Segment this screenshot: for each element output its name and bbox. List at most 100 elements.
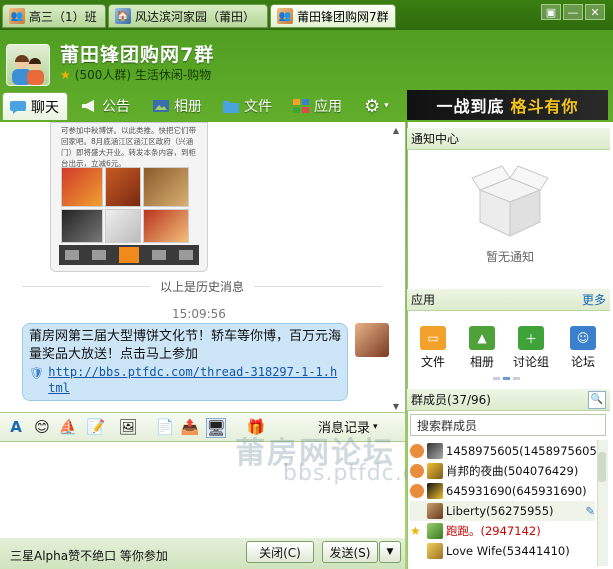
scroll-up-arrow[interactable]: ▲ [391, 126, 401, 135]
member-name: 跑跑。(2947142) [446, 524, 541, 538]
send-button[interactable]: 发送(S) [322, 541, 378, 563]
member-name: 肖邦的夜曲(504076429) [446, 464, 579, 478]
banner-text-right: 格斗有你 [510, 97, 579, 116]
star-icon: ★ [60, 67, 71, 82]
member-search-input[interactable]: 搜索群成员 [410, 414, 606, 436]
apps-header: 应用 更多 [407, 289, 610, 311]
members-title: 群成员(37/96) [411, 393, 491, 407]
group-avatar[interactable] [6, 44, 50, 86]
folder-icon: ▭ [420, 326, 446, 350]
members-header: 群成员(37/96) 🔍 [407, 389, 610, 411]
forum-icon: ☺ [570, 326, 596, 350]
close-window-button[interactable]: ✕ [585, 4, 605, 20]
member-row[interactable]: 肖邦的夜曲(504076429) [410, 461, 595, 481]
app-forum[interactable]: ☺ 论坛 [563, 326, 603, 370]
tab-class-group[interactable]: 👥 高三（1）班 [2, 4, 106, 28]
edit-icon[interactable]: ✎ [585, 504, 595, 518]
app-files[interactable]: ▭ 文件 [413, 326, 453, 370]
search-icon[interactable]: 🔍 [588, 390, 606, 409]
member-row[interactable]: Liberty(56275955) ✎ [410, 501, 595, 521]
tab-apps-label: 应用 [314, 99, 342, 115]
tab-announcement[interactable]: 公告 [74, 92, 140, 120]
settings-button[interactable]: ⚙ ▾ [358, 92, 402, 120]
plus-icon: ＋ [518, 326, 544, 350]
promo-status[interactable]: 三星Alpha赞不绝口 等你参加 [10, 547, 168, 564]
tab-chat[interactable]: 聊天 [2, 92, 68, 120]
image-icon[interactable]: 🖼 [118, 418, 137, 436]
avatar [427, 543, 443, 559]
sailboat-icon[interactable]: ⛵ [59, 418, 78, 436]
ad-banner[interactable]: 一战到底 格斗有你 [407, 90, 608, 120]
app-label: 文件 [420, 355, 445, 369]
group-category: (500人群) 生活休闲-购物 [74, 68, 212, 82]
tab-files[interactable]: 文件 [216, 92, 282, 120]
owner-icon [410, 444, 424, 458]
message-text: 莆房网第三届大型博饼文化节！轿车等你博，百万元海量奖品大放送！点击马上参加 [29, 329, 342, 362]
upload-icon[interactable]: 📤 [181, 418, 200, 436]
app-label: 相册 [469, 355, 494, 369]
tab-current-group[interactable]: 👥 莆田锋团购网7群 [270, 4, 396, 28]
app-discussion[interactable]: ＋ 讨论组 [511, 326, 551, 370]
notice-header: 通知中心 [407, 128, 610, 150]
tab-announcement-label: 公告 [102, 99, 130, 115]
product-thumbnail [105, 209, 141, 243]
app-album[interactable]: ▲ 相册 [462, 326, 502, 370]
member-row[interactable]: 1458975605(1458975605) [410, 441, 601, 461]
tab-album-label: 相册 [174, 99, 202, 115]
apps-pager[interactable] [493, 377, 523, 380]
folder-icon [223, 101, 239, 113]
note-icon[interactable]: 📝 [87, 418, 106, 436]
admin-icon [410, 464, 424, 478]
history-label: 以上是历史消息 [160, 279, 245, 294]
group-subtitle: ★ (500人群) 生活休闲-购物 [60, 66, 211, 83]
chat-icon [10, 100, 26, 114]
tab-album[interactable]: 相册 [146, 92, 212, 120]
megaphone-icon [82, 100, 94, 112]
photo-icon: ▲ [469, 326, 495, 350]
group-title: 莆田锋团购网7群 [60, 44, 215, 66]
close-button[interactable]: 关闭(C) [246, 541, 314, 563]
message-link[interactable]: http://bbs.ptfdc.com/thread-318297-1-1.h… [48, 364, 341, 396]
chevron-down-icon: ▼ [386, 547, 394, 557]
member-name: 645931690(645931690) [446, 484, 587, 498]
sender-avatar[interactable] [355, 323, 389, 357]
member-row[interactable]: 645931690(645931690) [410, 481, 595, 501]
chevron-down-icon: ▾ [384, 101, 389, 111]
restore-button[interactable]: ▣ [541, 4, 561, 20]
send-options-button[interactable]: ▼ [379, 541, 401, 563]
apps-grid-icon [293, 99, 309, 113]
product-thumbnail [61, 167, 103, 207]
scroll-down-arrow[interactable]: ▼ [391, 402, 401, 411]
screenshot-icon[interactable]: 🖥 [206, 418, 226, 438]
apps-more-link[interactable]: 更多 [582, 291, 606, 308]
tab-community-group[interactable]: 🏠 风达滨河家园（莆田） [108, 4, 268, 28]
search-placeholder: 搜索群成员 [417, 418, 478, 433]
emoji-icon[interactable]: 😊 [33, 418, 51, 436]
app-label: 讨论组 [512, 355, 549, 369]
group-avatar-icon: 👥 [9, 8, 25, 24]
preview-text: 可参加中秋博饼。以此类推。快把它们带回家吧。8月底涵江区涵江区政府（兴涵门）即将… [61, 126, 196, 168]
member-row[interactable]: Love Wife(53441410) [410, 541, 595, 561]
member-scrollbar-thumb[interactable] [598, 452, 606, 482]
font-icon[interactable]: A [7, 418, 25, 436]
app-label: 论坛 [570, 355, 595, 369]
tab-label: 莆田锋团购网7群 [297, 9, 389, 24]
apps-title: 应用 [411, 293, 436, 307]
shield-icon: 🛡 [29, 366, 45, 380]
minimize-button[interactable]: — [563, 4, 583, 20]
image-message-preview[interactable]: 可参加中秋博饼。以此类推。快把它们带回家吧。8月底涵江区涵江区政府（兴涵门）即将… [50, 122, 208, 272]
admin-icon [410, 484, 424, 498]
tab-label: 高三（1）班 [29, 9, 97, 24]
member-name: Love Wife(53441410) [446, 544, 570, 558]
tab-chat-label: 聊天 [31, 99, 59, 116]
history-separator: 以上是历史消息 [22, 278, 383, 294]
member-row[interactable]: ★ 跑跑。(2947142) [410, 521, 595, 541]
message-bubble[interactable]: 莆房网第三届大型博饼文化节！轿车等你博，百万元海量奖品大放送！点击马上参加 🛡 … [22, 323, 348, 401]
notice-title: 通知中心 [411, 132, 460, 146]
member-name: 1458975605(1458975605) [446, 444, 602, 458]
tab-apps[interactable]: 应用 [286, 92, 352, 120]
empty-box-icon [471, 165, 549, 237]
document-icon[interactable]: 📄 [156, 418, 175, 436]
group-avatar-icon: 👥 [277, 8, 293, 24]
